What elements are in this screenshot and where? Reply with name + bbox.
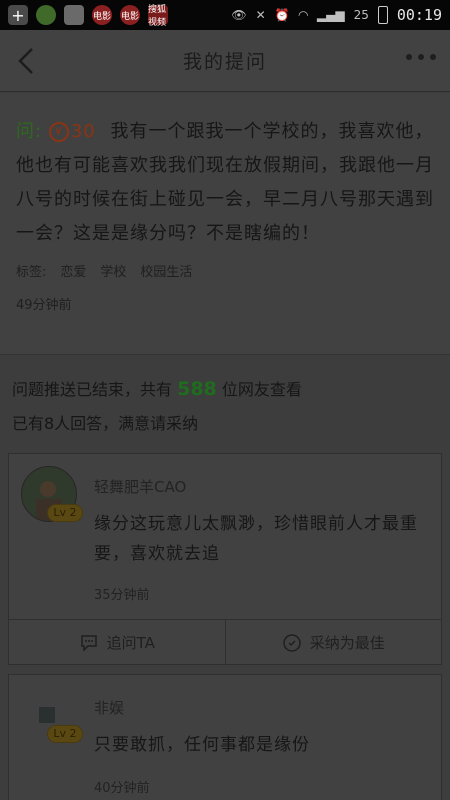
wifi-icon: ◜◝ (298, 8, 308, 22)
add-icon: + (8, 5, 28, 25)
answer-text: 缘分这玩意儿太飘渺，珍惜眼前人才最重要，喜欢就去追 (94, 514, 418, 564)
status-bar: + 电影 电影 搜狐视频 👁 ✕ ⏰ ◜◝ ▂▄▆ 25 00:19 (0, 0, 450, 30)
battery-icon (377, 6, 388, 24)
tag-item[interactable]: 校园生活 (140, 261, 192, 280)
chat-bubble-icon (80, 634, 97, 652)
title-bar: 我的提问 (0, 30, 450, 92)
adopt-best-label: 采纳为最佳 (309, 634, 385, 652)
push-suffix: 位网友查看 (221, 380, 302, 399)
clock: 00:19 (396, 6, 442, 24)
tag-list: 标签: 恋爱 学校 校园生活 (16, 261, 434, 280)
push-info: 问题推送已结束，共有 588 位网友查看 已有8人回答，满意请采纳 (12, 372, 302, 441)
tag-item[interactable]: 恋爱 (60, 261, 86, 280)
avatar[interactable] (39, 707, 55, 723)
coin-icon: ¥ (48, 122, 69, 142)
answer-time: 35分钟前 (94, 588, 150, 603)
answer-card: Lv 2 非娱 只要敢抓，任何事都是缘份 40分钟前 (8, 674, 442, 800)
answer-actions: 追问TA 采纳为最佳 (9, 619, 441, 665)
push-prefix: 问题推送已结束，共有 (12, 380, 173, 399)
alarm-icon: ⏰ (274, 8, 290, 22)
battery-text: 25 (353, 8, 369, 22)
question-label: 问: (16, 121, 43, 142)
answer-username[interactable]: 轻舞肥羊CAO (94, 476, 186, 497)
signal-icon: ▂▄▆ (316, 8, 345, 22)
answer-time: 40分钟前 (94, 781, 150, 796)
thumb-badge-icon (282, 633, 301, 652)
sohu-video-icon: 搜狐视频 (148, 5, 168, 28)
mute-icon: ✕ (255, 8, 266, 22)
adopt-best-button[interactable]: 采纳为最佳 (224, 620, 442, 665)
follow-up-button[interactable]: 追问TA (9, 620, 225, 665)
question-text-block: 问: ¥30 我有一个跟我一个学校的，我喜欢他，他也有可能喜欢我我们现在放假期间… (16, 115, 434, 251)
back-arrow-icon[interactable] (12, 44, 42, 78)
movie-app-icon: 电影 (120, 5, 140, 25)
reward-points: 30 (70, 121, 96, 142)
page-title: 我的提问 (182, 51, 267, 73)
answer-card: Lv 2 轻舞肥羊CAO 缘分这玩意儿太飘渺，珍惜眼前人才最重要，喜欢就去追 3… (8, 453, 442, 665)
level-badge: Lv 2 (47, 504, 83, 522)
question-card: 问: ¥30 我有一个跟我一个学校的，我喜欢他，他也有可能喜欢我我们现在放假期间… (0, 93, 450, 355)
movie-app-icon: 电影 (92, 5, 112, 25)
app-icon-doc (64, 5, 84, 25)
tag-item[interactable]: 学校 (100, 261, 126, 280)
level-badge: Lv 2 (47, 725, 83, 743)
tags-label: 标签: (16, 265, 47, 280)
answer-username[interactable]: 非娱 (94, 697, 124, 718)
question-time: 49分钟前 (16, 298, 72, 313)
app-icon-green (36, 5, 56, 25)
answer-text: 只要敢抓，任何事都是缘份 (94, 735, 310, 755)
more-options-icon[interactable] (406, 54, 436, 60)
viewer-count: 588 (177, 378, 217, 400)
answers-count-text: 已有8人回答，满意请采纳 (12, 414, 199, 433)
eye-icon: 👁 (231, 8, 247, 22)
follow-up-label: 追问TA (106, 634, 155, 652)
